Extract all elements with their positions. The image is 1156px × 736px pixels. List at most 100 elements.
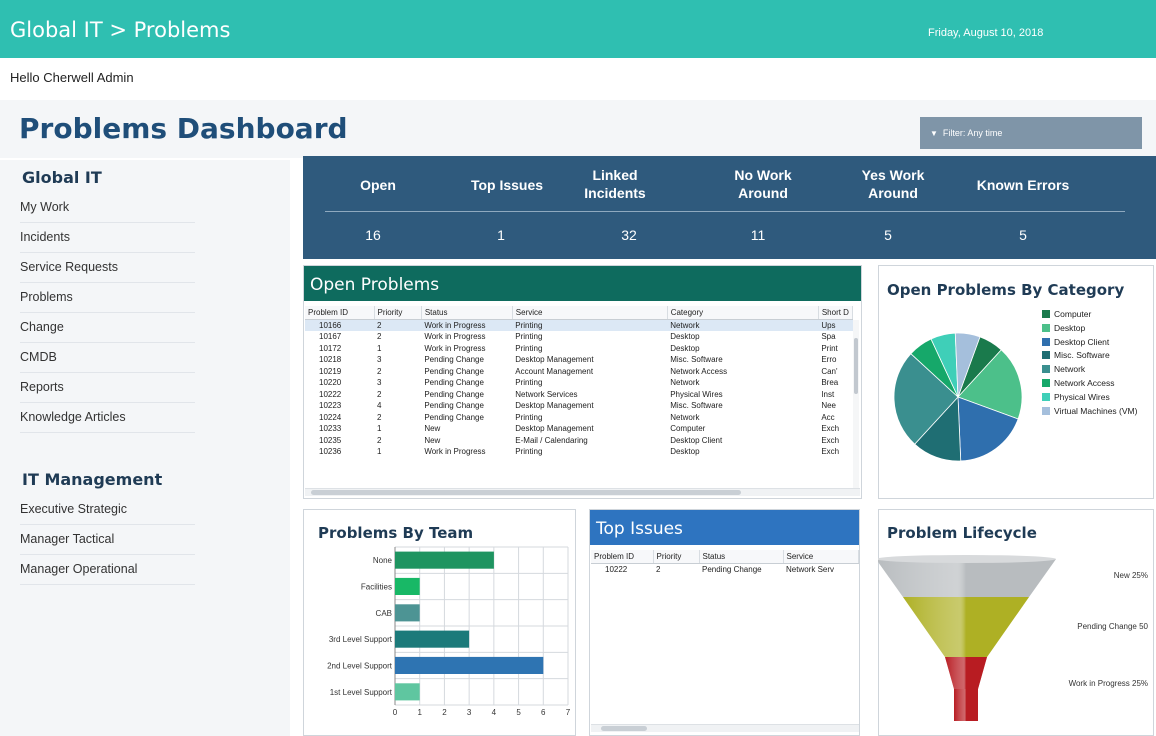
open-problems-cell-service: Desktop Management	[515, 401, 594, 411]
open-problems-cell-priority: 1	[377, 447, 382, 457]
open-problems-cell-service: Account Management	[515, 366, 594, 376]
table-row[interactable]: 10167 2 Work in Progress Printing Desktop Spa	[305, 331, 853, 343]
x-tick-label: 0	[393, 708, 398, 717]
open-problems-cell-short-d: Brea	[821, 378, 839, 388]
open-problems-cell-priority: 3	[377, 378, 382, 388]
kpi-label-open[interactable]: Open	[308, 176, 448, 194]
sidebar-heading-global-it: Global IT	[22, 168, 102, 187]
top-issues-grid-viewport: Problem ID Priority Status Service 10222 2 Pe…	[591, 550, 859, 720]
top-issues-panel: Top Issues Problem ID Priority Status Servi…	[589, 509, 860, 736]
open-problems-header-service[interactable]: Service	[512, 306, 668, 320]
open-problems-cell-priority: 2	[377, 435, 382, 445]
filter-label: Filter: Any time	[942, 128, 1003, 138]
table-row[interactable]: 10223 4 Pending Change Desktop Management Mi…	[305, 400, 853, 412]
funnel-segment-new-shade	[878, 559, 1056, 597]
kpi-value-yes-work-around[interactable]: 5	[868, 227, 908, 243]
chevron-down-icon: ▼	[930, 129, 938, 138]
kpi-label-yes-work-around[interactable]: Yes Work Around	[843, 166, 943, 202]
sidebar-item-manager-tactical[interactable]: Manager Tactical	[20, 532, 195, 555]
category-chart-legend: Computer Desktop Desktop Client Misc. Softw…	[1042, 309, 1137, 419]
open-problems-cell-short-d: Erro	[821, 355, 837, 365]
table-row[interactable]: 10218 3 Pending Change Desktop Management Mi…	[305, 354, 853, 366]
bar-none	[395, 551, 494, 569]
funnel-label-new: New 25%	[1114, 571, 1148, 580]
legend-item-computer: Computer	[1042, 309, 1137, 323]
open-problems-cell-problem-id: 10233	[319, 424, 342, 434]
sidebar-item-problems[interactable]: Problems	[20, 290, 195, 313]
sidebar-item-cmdb[interactable]: CMDB	[20, 350, 195, 373]
top-issues-header-problem-id[interactable]: Problem ID	[591, 550, 654, 564]
open-problems-cell-short-d: Exch	[821, 424, 840, 434]
open-problems-cell-category: Desktop	[670, 343, 700, 353]
open-problems-cell-problem-id: 10218	[319, 355, 342, 365]
open-problems-cell-service: Printing	[515, 447, 543, 457]
bar-1st-level-support	[395, 683, 420, 701]
legend-label: Computer	[1054, 309, 1092, 319]
time-filter-dropdown[interactable]: ▼ Filter: Any time	[920, 117, 1142, 149]
kpi-value-no-work-around[interactable]: 11	[738, 227, 778, 243]
legend-item-desktop: Desktop	[1042, 323, 1137, 337]
open-problems-header-category[interactable]: Category	[667, 306, 819, 320]
open-problems-header-status[interactable]: Status	[421, 306, 513, 320]
x-tick-label: 2	[442, 708, 447, 717]
sidebar-item-reports[interactable]: Reports	[20, 380, 195, 403]
open-problems-vertical-scrollbar[interactable]	[853, 320, 859, 488]
kpi-value-open[interactable]: 16	[353, 227, 393, 243]
sidebar-item-change[interactable]: Change	[20, 320, 195, 343]
funnel-segment-work-in-progress-shade	[945, 657, 987, 689]
open-problems-cell-category: Desktop Client	[670, 435, 723, 445]
open-problems-cell-status: Pending Change	[424, 412, 484, 422]
open-problems-cell-category: Misc. Software	[670, 355, 723, 365]
table-row[interactable]: 10224 2 Pending Change Printing Network Acc	[305, 412, 853, 424]
breadcrumb-title[interactable]: Global IT > Problems	[10, 18, 230, 42]
legend-swatch	[1042, 351, 1050, 360]
kpi-label-no-work-around[interactable]: No Work Around	[713, 166, 813, 202]
funnel-rim	[878, 555, 1056, 563]
open-problems-cell-problem-id: 10224	[319, 412, 342, 422]
top-issues-horizontal-scrollbar[interactable]	[591, 724, 859, 732]
table-row[interactable]: 10166 2 Work in Progress Printing Network Ups	[305, 319, 853, 331]
sidebar-item-service-requests[interactable]: Service Requests	[20, 260, 195, 283]
open-problems-cell-category: Network	[667, 319, 819, 331]
bar-3rd-level-support	[395, 630, 470, 648]
open-problems-header-priority[interactable]: Priority	[374, 306, 422, 320]
sidebar-item-knowledge-articles[interactable]: Knowledge Articles	[20, 410, 195, 433]
table-row[interactable]: 10220 3 Pending Change Printing Network Brea	[305, 377, 853, 389]
sidebar-item-incidents[interactable]: Incidents	[20, 230, 195, 253]
open-problems-header-problem-id[interactable]: Problem ID	[305, 306, 375, 320]
top-issues-cell-problem-id: 10222	[605, 565, 628, 574]
sidebar-item-my-work[interactable]: My Work	[20, 200, 195, 223]
table-row[interactable]: 10235 2 New E-Mail / Calendaring Desktop Cli…	[305, 435, 853, 447]
sidebar-item-executive-strategic[interactable]: Executive Strategic	[20, 502, 195, 525]
open-problems-cell-service: Printing	[515, 343, 543, 353]
legend-item-network: Network	[1042, 364, 1137, 378]
top-issues-header-status[interactable]: Status	[699, 550, 784, 564]
open-problems-cell-status: Pending Change	[424, 355, 484, 365]
open-problems-cell-short-d: Nee	[821, 401, 837, 411]
open-problems-title: Open Problems	[304, 266, 861, 301]
open-problems-header-short-d[interactable]: Short D	[818, 306, 853, 320]
kpi-value-linked-incidents[interactable]: 32	[609, 227, 649, 243]
table-row[interactable]: 10222 2 Pending Change Network Services Phys…	[305, 389, 853, 401]
open-problems-cell-priority: 4	[377, 401, 382, 411]
table-row[interactable]: 10236 1 Work in Progress Printing Desktop Exc…	[305, 446, 853, 458]
table-row[interactable]: 10219 2 Pending Change Account Management Ne…	[305, 366, 853, 378]
y-tick-label: None	[373, 556, 393, 565]
kpi-label-known-errors[interactable]: Known Errors	[953, 176, 1093, 194]
top-issues-header-priority[interactable]: Priority	[653, 550, 700, 564]
open-problems-cell-problem-id: 10220	[319, 378, 342, 388]
kpi-summary-band: Open Top Issues Linked Incidents No Work…	[303, 156, 1156, 259]
kpi-label-linked-incidents[interactable]: Linked Incidents	[565, 166, 665, 202]
kpi-value-top-issues[interactable]: 1	[481, 227, 521, 243]
table-row[interactable]: 10233 1 New Desktop Management Computer Exch	[305, 423, 853, 435]
kpi-label-top-issues[interactable]: Top Issues	[437, 176, 577, 194]
open-problems-horizontal-scrollbar[interactable]	[305, 488, 860, 496]
table-row[interactable]: 10172 1 Work in Progress Printing Desktop Pri…	[305, 343, 853, 355]
sidebar-item-manager-operational[interactable]: Manager Operational	[20, 562, 195, 585]
open-problems-cell-service: Printing	[512, 319, 668, 331]
table-row[interactable]: 10222 2 Pending Change Network Serv	[591, 564, 858, 576]
kpi-value-known-errors[interactable]: 5	[1003, 227, 1043, 243]
legend-swatch	[1042, 310, 1050, 318]
open-problems-cell-status: Pending Change	[424, 378, 484, 388]
top-issues-header-service[interactable]: Service	[783, 550, 859, 564]
